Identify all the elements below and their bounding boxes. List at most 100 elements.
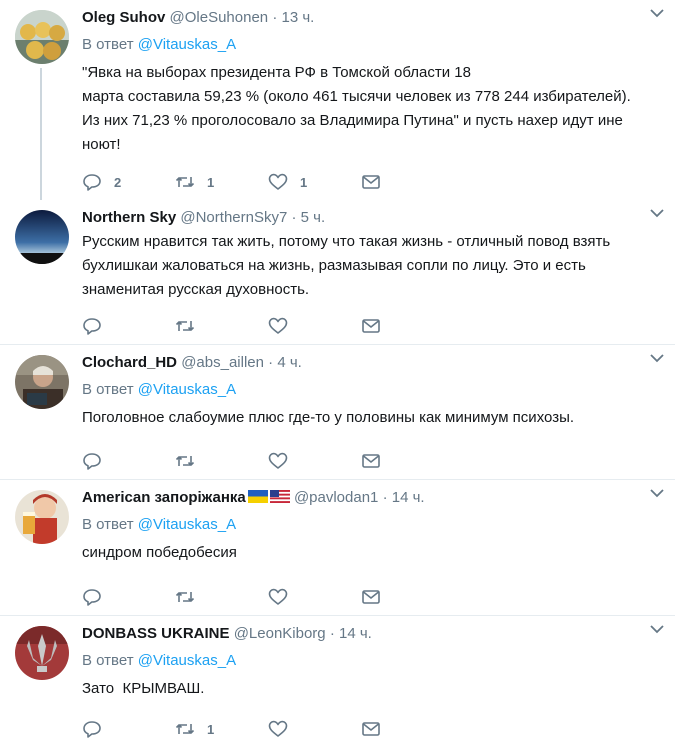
tweet[interactable]: DONBASS UKRAINE @LeonKiborg · 14 ч. В от… [0, 616, 675, 747]
chevron-down-icon[interactable] [649, 622, 665, 636]
reply-context: В ответ @Vitauskas_A [82, 515, 655, 535]
chevron-down-icon[interactable] [649, 351, 665, 365]
retweet-icon [175, 456, 195, 466]
reply-context: В ответ @Vitauskas_A [82, 651, 655, 671]
dm-button[interactable] [361, 450, 454, 472]
tweet-actions [82, 315, 454, 337]
avatar[interactable] [15, 490, 69, 544]
timestamp[interactable]: 4 ч. [277, 354, 302, 371]
author-name[interactable]: American запоріжанка [82, 489, 246, 506]
heart-icon [268, 173, 288, 190]
tweet-text: Русским нравится так жить, потому что та… [82, 233, 611, 298]
separator-dot: · [272, 9, 278, 26]
timestamp[interactable]: 5 ч. [301, 209, 326, 226]
tweet[interactable]: Oleg Suhov @OleSuhonen · 13 ч. В ответ @… [0, 0, 675, 200]
retweet-button[interactable]: 1 [175, 718, 268, 740]
dm-button[interactable] [361, 171, 454, 193]
like-button[interactable] [268, 450, 361, 472]
reply-icon [83, 721, 101, 738]
reply-button[interactable] [82, 450, 175, 472]
chevron-down-icon[interactable] [649, 6, 665, 20]
separator-dot: · [268, 354, 274, 371]
reply-button[interactable]: 2 [82, 171, 175, 193]
like-button[interactable]: 1 [268, 171, 361, 193]
reply-user-link[interactable]: @Vitauskas_A [138, 516, 236, 533]
ukraine-flag-icon [247, 490, 268, 503]
retweet-button[interactable] [175, 586, 268, 608]
tweet-text: Зато КРЫМВАШ. [82, 680, 205, 697]
envelope-icon [362, 722, 380, 736]
separator-dot: · [329, 625, 335, 642]
tweet[interactable]: American запоріжанка @pavlodan1 · 14 ч. … [0, 480, 675, 616]
heart-icon [268, 317, 288, 334]
tweet-actions: 2 1 1 [82, 171, 454, 193]
tweet[interactable]: Clochard_HD @abs_aillen · 4 ч. В ответ @… [0, 345, 675, 480]
reply-icon [83, 174, 101, 191]
retweet-button[interactable] [175, 315, 268, 337]
thread-line [40, 68, 42, 200]
dm-button[interactable] [361, 586, 454, 608]
reply-button[interactable] [82, 586, 175, 608]
author-handle[interactable]: @abs_aillen [181, 354, 264, 371]
author-handle[interactable]: @LeonKiborg [234, 625, 326, 642]
like-button[interactable] [268, 315, 361, 337]
envelope-icon [362, 175, 380, 189]
reply-button[interactable] [82, 718, 175, 740]
envelope-icon [362, 319, 380, 333]
reply-prefix: В ответ [82, 36, 134, 53]
usa-flag-icon [269, 490, 290, 503]
tweet-text: Поголовное слабоумие плюс где-то у полов… [82, 409, 575, 426]
author-handle[interactable]: @NorthernSky7 [180, 209, 287, 226]
avatar[interactable] [15, 210, 69, 264]
separator-dot: · [382, 489, 388, 506]
author-name[interactable]: Clochard_HD [82, 354, 177, 371]
author-handle[interactable]: @pavlodan1 [294, 489, 378, 506]
author-name[interactable]: Oleg Suhov [82, 9, 165, 26]
chevron-down-icon[interactable] [649, 486, 665, 500]
envelope-icon [362, 454, 380, 468]
retweet-button[interactable] [175, 450, 268, 472]
tweet[interactable]: Northern Sky @NorthernSky7 · 5 ч. Русски… [0, 200, 675, 345]
reply-context: В ответ @Vitauskas_A [82, 35, 655, 55]
dm-button[interactable] [361, 718, 454, 740]
reply-context: В ответ @Vitauskas_A [82, 380, 655, 400]
timestamp[interactable]: 14 ч. [339, 625, 372, 642]
author-handle[interactable]: @OleSuhonen [170, 9, 269, 26]
retweet-count: 1 [207, 174, 215, 190]
reply-user-link[interactable]: @Vitauskas_A [138, 652, 236, 669]
reply-user-link[interactable]: @Vitauskas_A [138, 36, 236, 53]
avatar[interactable] [15, 626, 69, 680]
retweet-button[interactable]: 1 [175, 171, 268, 193]
reply-icon [83, 589, 101, 606]
retweet-icon [175, 177, 195, 187]
tweet-feed: Oleg Suhov @OleSuhonen · 13 ч. В ответ @… [0, 0, 675, 747]
tweet-text: "Явка на выборах президента РФ в Томской… [82, 64, 631, 153]
like-button[interactable] [268, 586, 361, 608]
retweet-icon [175, 321, 195, 331]
chevron-down-icon[interactable] [649, 206, 665, 220]
dm-button[interactable] [361, 315, 454, 337]
reply-prefix: В ответ [82, 381, 134, 398]
retweet-icon [175, 592, 195, 602]
reply-icon [83, 453, 101, 470]
timestamp[interactable]: 14 ч. [392, 489, 425, 506]
tweet-actions: 1 [82, 718, 454, 740]
heart-icon [268, 452, 288, 469]
reply-prefix: В ответ [82, 516, 134, 533]
avatar[interactable] [15, 355, 69, 409]
reply-button[interactable] [82, 315, 175, 337]
like-button[interactable] [268, 718, 361, 740]
heart-icon [268, 720, 288, 737]
tweet-actions [82, 450, 454, 472]
author-name[interactable]: DONBASS UKRAINE [82, 625, 230, 642]
envelope-icon [362, 590, 380, 604]
avatar[interactable] [15, 10, 69, 64]
timestamp[interactable]: 13 ч. [282, 9, 315, 26]
author-name[interactable]: Northern Sky [82, 209, 176, 226]
reply-icon [83, 318, 101, 335]
tweet-actions [82, 586, 454, 608]
retweet-icon [175, 724, 195, 734]
like-count: 1 [300, 174, 308, 190]
separator-dot: · [291, 209, 297, 226]
reply-user-link[interactable]: @Vitauskas_A [138, 381, 236, 398]
